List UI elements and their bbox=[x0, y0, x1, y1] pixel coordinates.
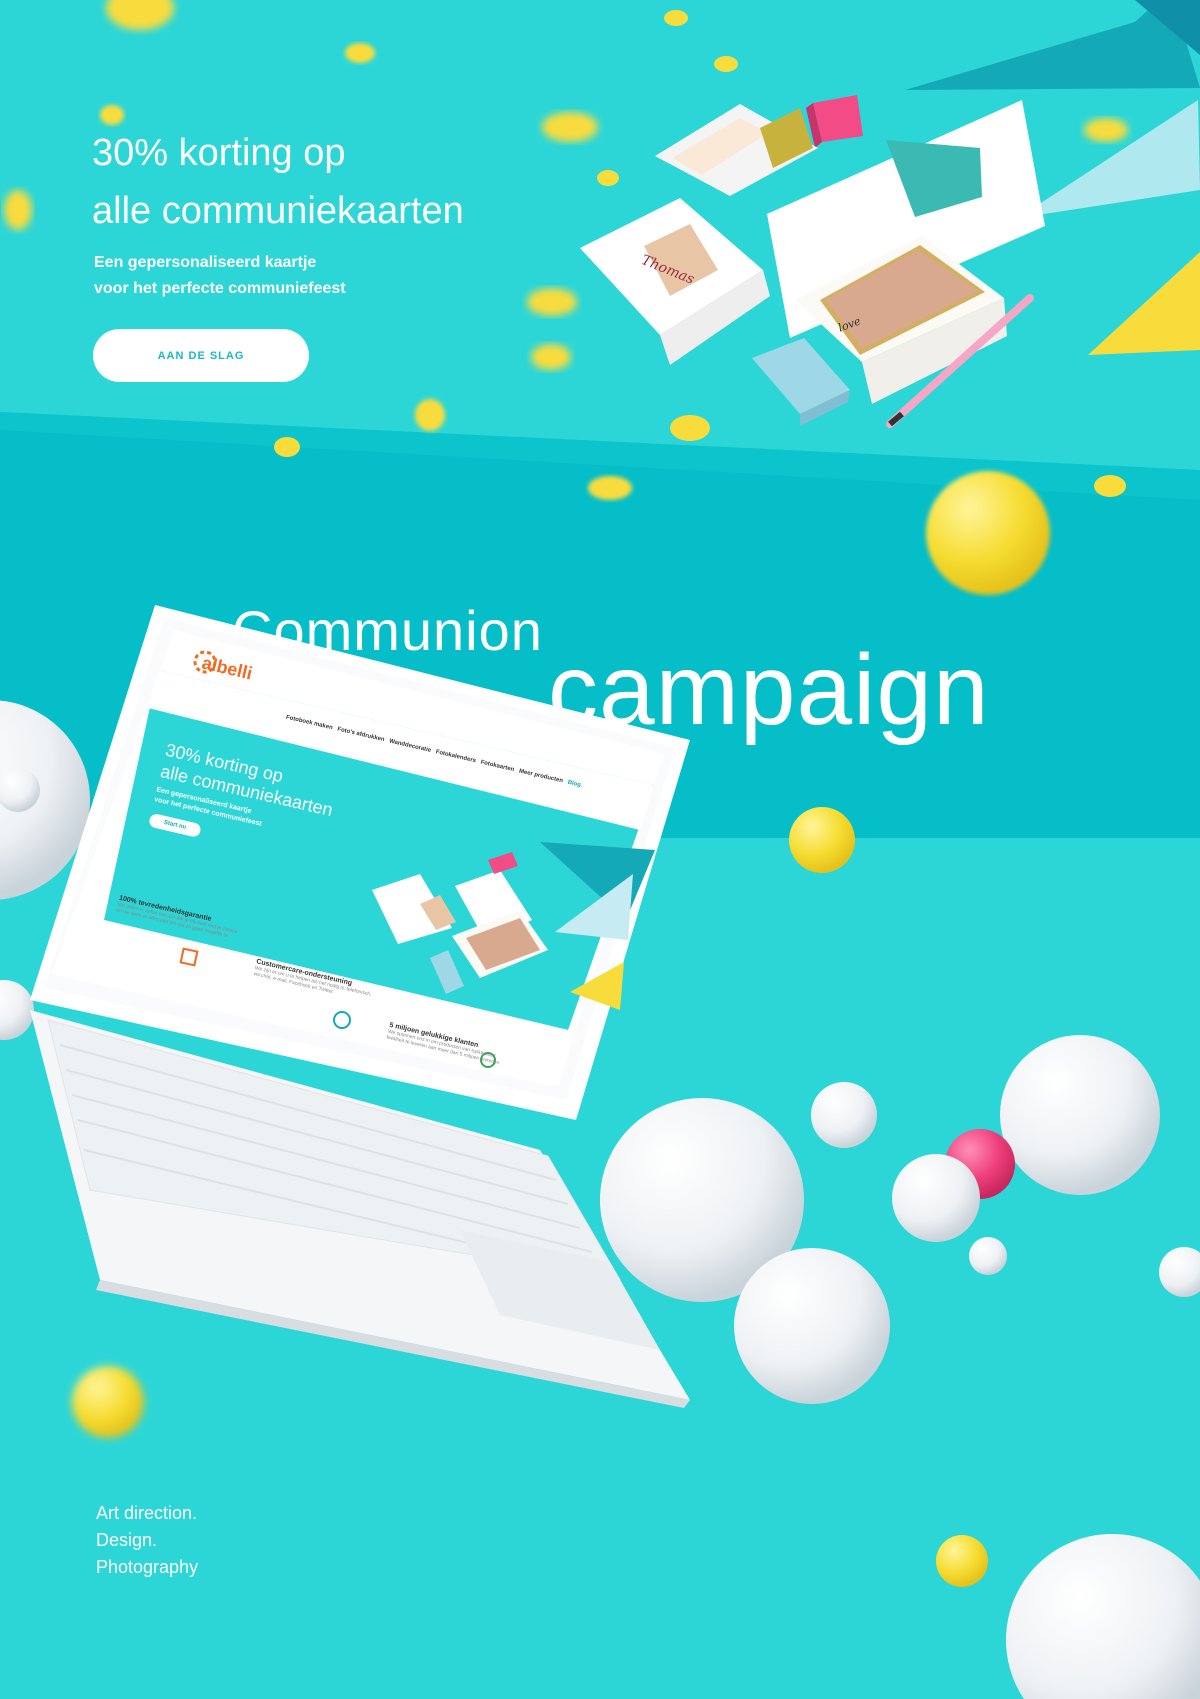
cta-button[interactable]: AAN DE SLAG bbox=[93, 329, 309, 382]
laptop-cta-button[interactable]: Start nu bbox=[148, 812, 202, 839]
hero-title-line1: 30% korting op bbox=[92, 132, 346, 174]
feature-guarantee: 100% tevredenheidsgarantie We willen er … bbox=[116, 895, 240, 941]
stationery-flatlay bbox=[580, 0, 1200, 428]
feature-customercare: Customercare-ondersteuning We zijn er om… bbox=[253, 958, 374, 1003]
nav-item-fotokaarten[interactable]: Fotokaarten bbox=[480, 760, 515, 774]
hero-subtitle: Een gepersonaliseerd kaartje voor het pe… bbox=[94, 250, 346, 302]
nav-item-wanddecoratie[interactable]: Wanddecoratie bbox=[388, 738, 431, 753]
credit-art-direction: Art direction. bbox=[96, 1503, 198, 1523]
hero-title-line2: alle communiekaarten bbox=[92, 190, 464, 232]
feature-customers: 5 miljoen gelukkige klanten We spannen o… bbox=[386, 1022, 503, 1067]
nav-item-fotokalenders[interactable]: Fotokalenders bbox=[435, 749, 476, 764]
credit-photography: Photography bbox=[96, 1557, 199, 1577]
hero-subtitle-line2: voor het perfecte communiefeest bbox=[94, 280, 346, 297]
nav-item-fotos[interactable]: Foto's afdrukken bbox=[337, 727, 385, 744]
hero-title: 30% korting op alle communiekaarten bbox=[92, 124, 464, 240]
nav-item-fotoboek[interactable]: Fotoboek maken bbox=[285, 715, 333, 732]
hero-subtitle-line1: Een gepersonaliseerd kaartje bbox=[94, 254, 317, 271]
credits: Art direction. Design. Photography bbox=[96, 1500, 198, 1581]
nav-item-blog[interactable]: Blog bbox=[567, 780, 581, 789]
nav-item-meer[interactable]: Meer producten bbox=[518, 768, 563, 784]
credit-design: Design. bbox=[96, 1530, 158, 1550]
